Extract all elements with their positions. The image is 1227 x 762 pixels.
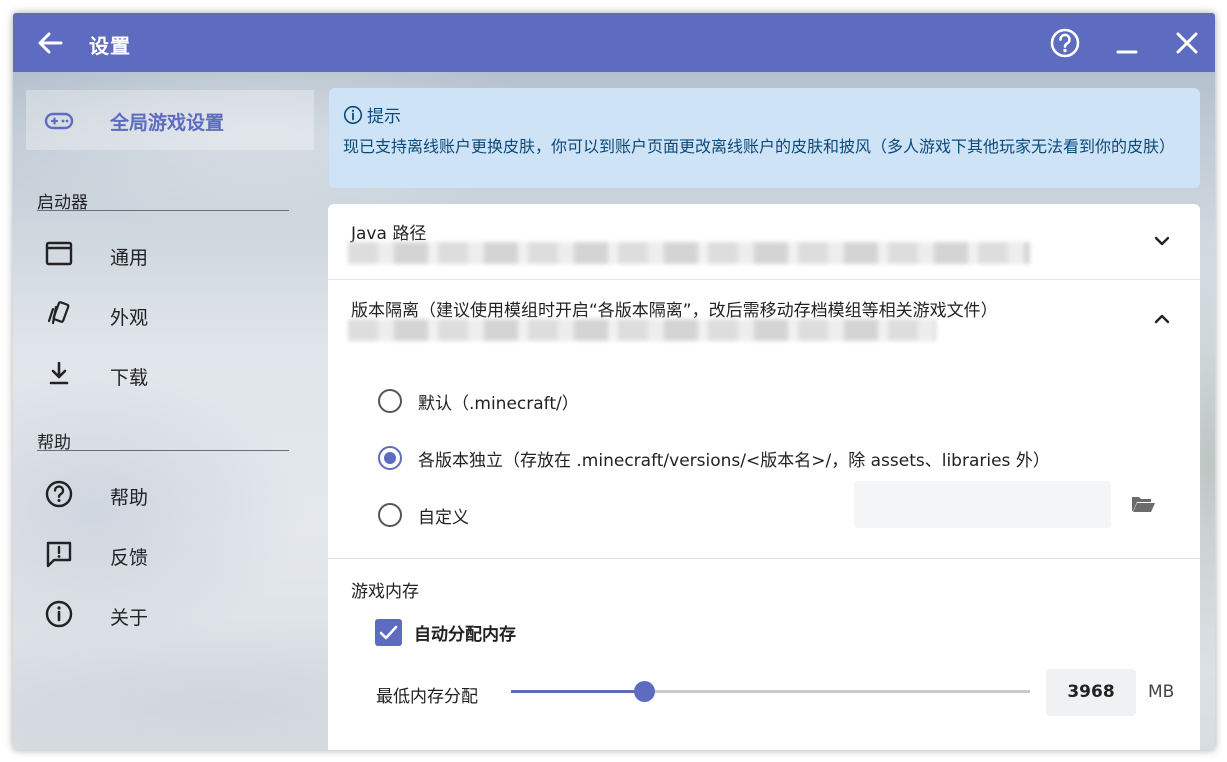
radio-label: 默认（.minecraft/） <box>418 393 579 414</box>
game-memory-title: 游戏内存 <box>351 582 419 602</box>
slider-fill <box>511 690 645 693</box>
settings-card: Java 路径 版本隔离（建议使用模组时开启“各版本隔离”，改后需移动存档模组等… <box>328 204 1200 750</box>
tip-message: 现已支持离线账户更换皮肤，你可以到账户页面更改离线账户的皮肤和披风（多人游戏下其… <box>343 137 1176 156</box>
game-memory-row: 游戏内存 自动分配内存 最低内存分配 3968 MB <box>328 560 1200 750</box>
min-memory-input[interactable]: 3968 <box>1046 669 1136 716</box>
folder-open-icon[interactable] <box>1130 493 1156 515</box>
sidebar-item-feedback[interactable]: 反馈 <box>26 527 314 583</box>
close-icon[interactable] <box>1171 27 1203 59</box>
chevron-down-icon[interactable] <box>1150 229 1174 253</box>
minimize-icon[interactable] <box>1111 27 1143 59</box>
auto-memory-checkbox[interactable] <box>375 619 402 646</box>
auto-memory-checkbox-row[interactable]: 自动分配内存 <box>375 619 516 646</box>
settings-window: 设置 全局游戏设置 启动器 通用 外观 下载 帮助 帮助 反馈 关于 提示 现已… <box>13 13 1215 750</box>
help-circle-icon[interactable] <box>1049 27 1081 59</box>
sidebar-item-global-game-settings[interactable]: 全局游戏设置 <box>26 90 314 150</box>
tip-title: 提示 <box>367 107 401 127</box>
gamepad-icon <box>44 112 74 130</box>
sidebar-item-general[interactable]: 通用 <box>26 227 314 283</box>
java-path-value-blurred <box>348 242 1030 264</box>
radio-option-default[interactable]: 默认（.minecraft/） <box>378 386 579 416</box>
version-isolation-value-blurred <box>348 319 936 341</box>
java-path-row[interactable]: Java 路径 <box>328 204 1200 280</box>
sidebar: 全局游戏设置 启动器 通用 外观 下载 帮助 帮助 反馈 关于 <box>13 72 318 750</box>
tip-box: 提示 现已支持离线账户更换皮肤，你可以到账户页面更改离线账户的皮肤和披风（多人游… <box>329 88 1200 188</box>
auto-memory-label: 自动分配内存 <box>414 625 516 645</box>
sidebar-item-help[interactable]: 帮助 <box>26 467 314 523</box>
tip-header: 提示 <box>343 102 1186 127</box>
radio-button[interactable] <box>378 503 402 527</box>
min-memory-slider[interactable] <box>511 681 1030 702</box>
download-icon <box>49 361 69 385</box>
version-isolation-title: 版本隔离（建议使用模组时开启“各版本隔离”，改后需移动存档模组等相关游戏文件） <box>351 301 998 321</box>
sidebar-item-label: 下载 <box>110 367 149 389</box>
sidebar-divider <box>37 210 289 211</box>
title-bar: 设置 <box>13 13 1215 72</box>
info-icon <box>343 105 363 124</box>
radio-option-per-version[interactable]: 各版本独立（存放在 .minecraft/versions/<版本名>/，除 a… <box>378 443 1050 473</box>
java-path-title: Java 路径 <box>351 224 427 244</box>
paint-icon <box>47 301 70 325</box>
sidebar-item-label: 帮助 <box>110 487 149 509</box>
radio-option-custom[interactable]: 自定义 <box>378 500 469 530</box>
check-icon <box>379 625 398 640</box>
radio-label: 自定义 <box>418 507 469 528</box>
memory-unit: MB <box>1148 682 1175 702</box>
sidebar-item-label: 外观 <box>110 307 149 329</box>
sidebar-item-label: 全局游戏设置 <box>110 112 225 134</box>
sidebar-divider <box>37 450 289 451</box>
sidebar-item-label: 通用 <box>110 247 149 269</box>
sidebar-item-download[interactable]: 下载 <box>26 347 314 403</box>
chevron-up-icon[interactable] <box>1150 307 1174 331</box>
window-title: 设置 <box>89 34 131 58</box>
sidebar-item-label: 关于 <box>110 607 149 629</box>
custom-path-input[interactable] <box>854 481 1111 528</box>
radio-label: 各版本独立（存放在 .minecraft/versions/<版本名>/，除 a… <box>418 450 1050 471</box>
feedback-icon <box>46 541 72 568</box>
sidebar-item-appearance[interactable]: 外观 <box>26 287 314 343</box>
min-memory-label: 最低内存分配 <box>376 687 478 707</box>
sidebar-item-label: 反馈 <box>110 547 149 569</box>
radio-button-selected[interactable] <box>378 446 402 470</box>
arrow-left-icon[interactable] <box>35 28 65 58</box>
sidebar-item-about[interactable]: 关于 <box>26 587 314 643</box>
info-icon <box>45 600 73 628</box>
help-circle-icon <box>45 480 73 508</box>
window-icon <box>45 241 73 266</box>
radio-button[interactable] <box>378 389 402 413</box>
slider-thumb[interactable] <box>634 681 656 702</box>
